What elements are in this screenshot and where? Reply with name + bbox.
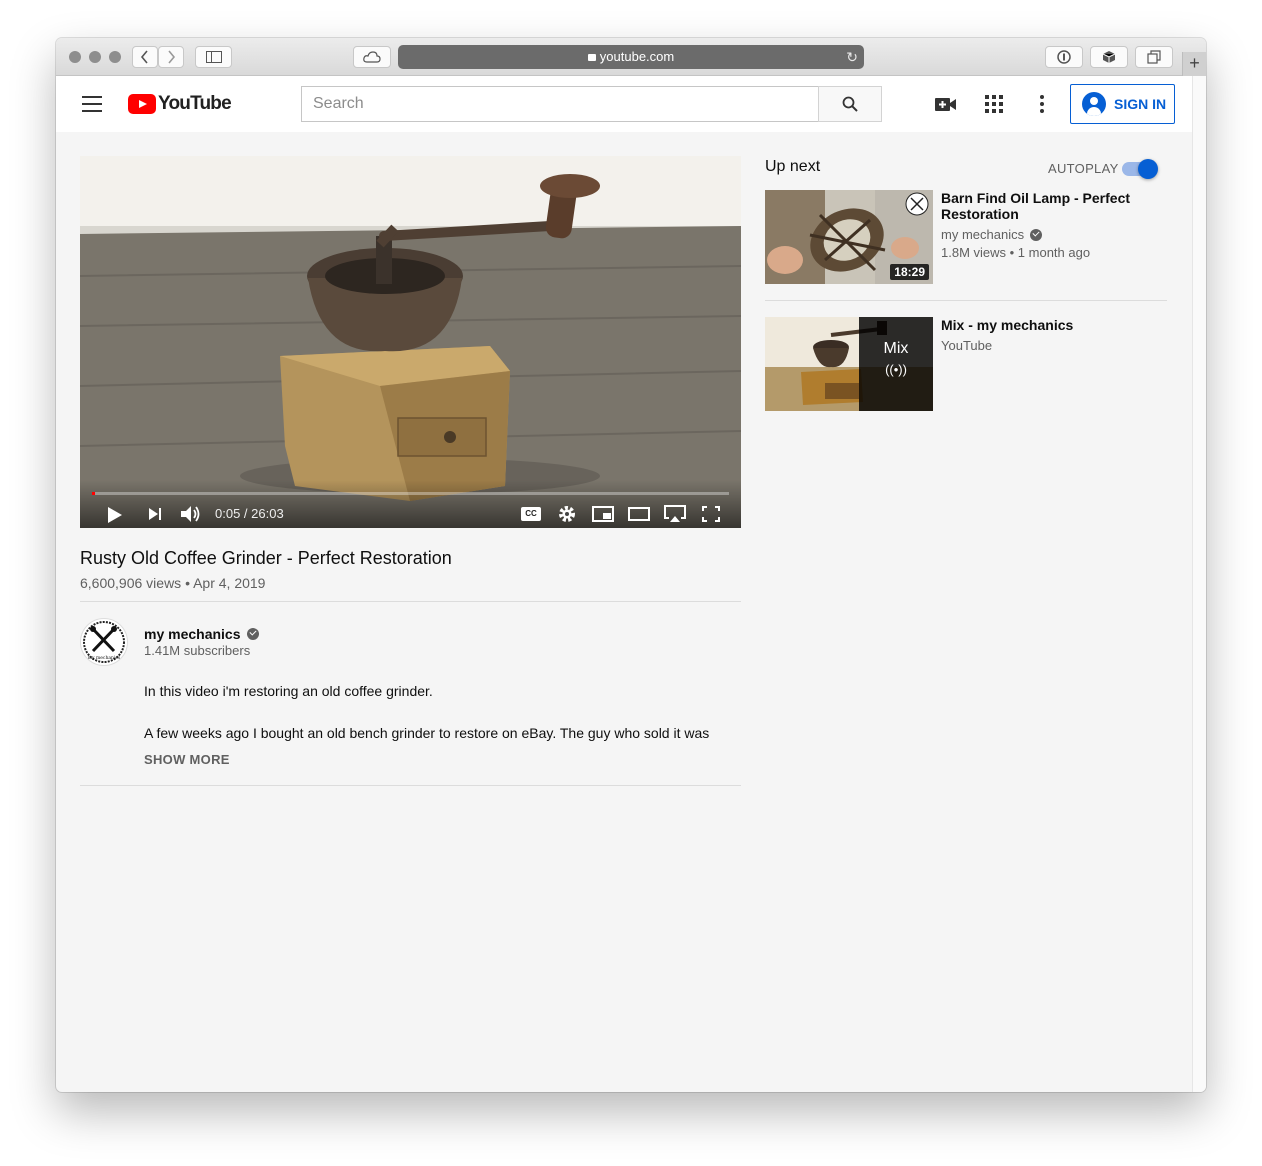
address-bar[interactable]: youtube.com ↻ [398,45,864,69]
page-scrollbar[interactable] [1192,76,1206,1092]
video-player[interactable]: 0:05 / 26:03 CC [80,156,741,528]
recommended-video-meta: 1.8M views • 1 month ago [941,245,1091,260]
url-text: youtube.com [599,49,675,64]
mix-playlist-channel[interactable]: YouTube [941,338,992,353]
verified-badge-icon [1030,228,1043,241]
settings-gear-icon[interactable] [558,505,576,523]
video-frame [80,156,741,528]
tabs-overview-button[interactable] [1135,46,1173,68]
mix-radio-icon: ((•)) [885,362,907,377]
sign-in-label: SIGN IN [1114,96,1167,112]
autoplay-toggle[interactable] [1122,159,1158,179]
video-meta: 6,600,906 views • Apr 4, 2019 [80,575,266,591]
progress-bar[interactable] [92,492,729,495]
video-duration: 18:29 [890,264,929,280]
create-video-icon[interactable] [935,97,957,113]
miniplayer-icon[interactable] [592,506,614,522]
search-input[interactable] [301,86,819,122]
sidebar-icon [205,51,222,63]
chevron-right-icon [168,50,176,64]
password-manager-icon [1057,50,1071,64]
cloud-icon [363,51,381,63]
youtube-header: YouTube SIGN IN [56,76,1192,132]
search-icon [842,96,858,112]
account-icon [1082,92,1106,116]
verified-badge-icon [246,628,259,640]
close-window-button[interactable] [69,51,81,63]
more-options-icon[interactable] [1039,95,1045,113]
play-icon[interactable] [107,506,123,524]
channel-name-label: my mechanics [144,626,241,642]
browser-toolbar: youtube.com ↻ + [56,38,1206,76]
youtube-play-logo-icon [128,94,156,114]
airplay-icon[interactable] [664,505,686,523]
theater-mode-icon[interactable] [628,507,650,521]
logo-wordmark: YouTube [158,93,232,114]
channel-name[interactable]: my mechanics [144,626,259,642]
toggle-knob [1138,159,1158,179]
reload-icon[interactable]: ↻ [846,45,858,69]
zoom-window-button[interactable] [109,51,121,63]
divider [80,601,741,602]
recommended-video-channel[interactable]: my mechanics [941,227,1043,242]
fullscreen-icon[interactable] [702,506,720,522]
subscriber-count: 1.41M subscribers [144,643,251,658]
next-video-icon[interactable] [147,507,163,521]
player-controls: 0:05 / 26:03 CC [80,480,741,528]
autoplay-label: AUTOPLAY [1048,161,1119,176]
lock-icon [587,54,596,61]
browser-window: youtube.com ↻ + YouTube Search SIGN IN 0… [56,38,1206,1092]
description-line: A few weeks ago I bought an old bench gr… [144,725,710,741]
password-extension-button[interactable] [1045,46,1083,68]
forward-button[interactable] [158,46,184,68]
youtube-logo[interactable]: YouTube [128,93,232,114]
show-more-button[interactable]: SHOW MORE [144,752,230,767]
channel-avatar[interactable]: my mechanics [80,618,128,666]
mix-playlist-title[interactable]: Mix - my mechanics [941,317,1151,333]
back-button[interactable] [132,46,158,68]
volume-icon[interactable] [180,505,202,523]
chevron-left-icon [140,50,148,64]
mix-label: Mix [883,340,909,357]
mix-channel-label: YouTube [941,338,993,353]
recommended-channel-label: my mechanics [941,227,1025,242]
channel-logo-icon: my mechanics [83,621,125,663]
minimize-window-button[interactable] [89,51,101,63]
time-display: 0:05 / 26:03 [215,506,284,521]
recommended-video-thumbnail[interactable]: 18:29 [765,190,933,284]
icloud-tabs-button[interactable] [353,46,391,68]
divider [765,300,1167,301]
progress-fill [92,492,96,495]
sidebar-toggle-button[interactable] [195,46,232,68]
channel-logo-text: my mechanics [88,655,121,661]
new-tab-button[interactable]: + [1182,52,1206,76]
extension-button[interactable] [1090,46,1128,68]
recommended-video-title[interactable]: Barn Find Oil Lamp - Perfect Restoration [941,190,1151,222]
sign-in-button[interactable]: SIGN IN [1070,84,1175,124]
tabs-icon [1147,50,1161,64]
menu-icon[interactable] [82,96,102,112]
mix-overlay: Mix ((•)) [859,317,933,411]
captions-button[interactable]: CC [521,507,541,521]
video-title: Rusty Old Coffee Grinder - Perfect Resto… [80,548,452,568]
box-icon [1102,51,1116,63]
description-line: In this video i'm restoring an old coffe… [144,683,433,699]
apps-grid-icon[interactable] [985,95,1003,113]
search-button[interactable] [818,86,882,122]
divider [80,785,741,786]
mix-playlist-thumbnail[interactable]: Mix ((•)) [765,317,933,411]
up-next-heading: Up next [765,158,821,175]
